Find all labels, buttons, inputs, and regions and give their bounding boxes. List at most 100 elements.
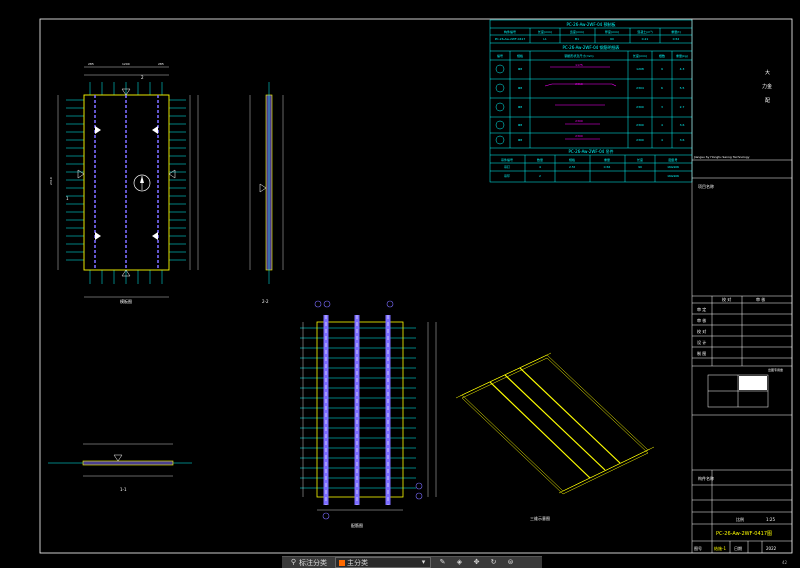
page-number: 42 [782,560,788,565]
title-block-rows: 审 定审 核校 对设 计制 图 [697,306,706,356]
iso-view-label: 三维示意图 [530,515,550,521]
table2-headers: 编号 规格 钢筋形状及尺寸(mm) 长度(mm) 根数 重量(kg) [497,53,688,58]
table2-header-cell: 根数 [659,53,665,58]
plan-dim-top-mid: 1200 [122,62,130,66]
table2-cell: 1175 [575,63,583,67]
table3-cell: 16G906 [667,174,679,178]
table2-cell: Φ8 [518,123,522,127]
chevron-down-icon: ▾ [421,558,426,566]
table3-cell: 2.5t [569,165,576,169]
table1-cell: PC-26-Aw-2WF-0417 [495,37,526,41]
table2-header-cell: 编号 [497,53,503,58]
scale-value: 1:25 [766,517,775,522]
table3-header-cell: 规格 [569,157,575,162]
drawing-name: PC-26-Aw-2WF-0417图 [716,531,772,537]
rotate-icon: ↻ [490,558,497,566]
pencil-button[interactable]: ✎ [437,558,448,568]
table1-cell: L1 [543,37,547,41]
company-note: Jiangsu Sy Hongtu Sanng Technology [693,155,750,159]
table2-cell: 3.6 [680,138,685,142]
table1-header-cell: 宽度(mm) [570,29,584,34]
rebar-shape-glyphs [544,66,617,140]
layer-select[interactable]: 主分类 ▾ [335,557,431,568]
measure-label: 标注分类 [299,558,327,567]
table3-header-cell: 重量 [604,157,610,162]
table2-cell: Φ8 [518,105,522,109]
sheet-value: 结施-1 [714,545,726,551]
table3-cell: 16G906 [667,165,679,169]
date-value: 2022 [766,546,777,551]
table2-cell: 2300 [636,138,644,142]
layer-color-swatch [339,559,345,566]
table2-cell: 6 [661,86,663,90]
table2-cell: 2304 [636,86,644,90]
table1-header-cell: 构件编号 [504,29,516,34]
table3-cell: 4 [539,165,541,169]
title-block [691,19,792,553]
table3-header-cell: 数量 [537,157,543,162]
table2-cell: Φ8 [518,67,522,71]
table1-header-cell: 长度(mm) [538,29,552,34]
table2-cell: 4 [661,138,663,142]
table3-header-cell: 吊件编号 [501,157,513,162]
section-2-2-label: 2-2 [262,299,269,304]
table3-headers: 吊件编号 数量 规格 重量 长度 图集号 [501,157,678,162]
table2-cell: 1208 [636,67,644,71]
project-label: 项目名称 [698,183,714,189]
fill-button[interactable]: ◈ [454,558,465,568]
title-block-row-label: 审 定 [697,306,706,312]
vertical-title-3: 配 [765,98,770,104]
bottom-toolbar: ⚲ 标注分类 主分类 ▾ ✎ ◈ ✥ ↻ ⊜ [282,556,542,568]
section-1-1-label: 1-1 [120,487,127,492]
table3-cell: 0.56 [604,165,611,169]
stamp-label: 出图专用章 [768,367,783,372]
sheet-label: 图号 [694,545,702,551]
table2-cell: 3 [661,105,663,109]
move-button[interactable]: ✥ [471,558,482,568]
vertical-title-2: 力金 [762,83,772,90]
table1-headers: 构件编号 长度(mm) 宽度(mm) 厚度(mm) 混凝土(m³) 重量(t) [504,29,681,34]
table1-cell: 0.21 [642,37,649,41]
move-icon: ✥ [473,558,480,566]
title-block-row-label: 审 核 [697,317,706,323]
isometric-view [455,352,655,495]
table1-header-cell: 重量(t) [671,29,681,34]
pencil-icon: ✎ [439,558,446,566]
table2-title: PC-26-Aw-2WF-04 钢筋明细表 [563,44,620,50]
layers-button[interactable]: ⊜ [505,558,516,568]
table2-cell: 3.6 [680,123,685,127]
table2-cell: Φ8 [518,86,522,90]
title-block-row-label: 校 对 [697,328,706,334]
plan-section-mark-1: 1 [66,196,69,201]
stamp-fill-box [739,376,767,390]
measure-button[interactable]: ⚲ 标注分类 [288,558,329,568]
plan-dim-top-right: 285 [158,62,164,66]
table3-title: PC-26-Aw-2WF-04 吊件 [569,148,614,154]
table2-rows: Φ8 1175 1208 9 4.3 Φ8 2310 2304 6 5.5 Φ8 2300 3 2.7 Φ8… [518,63,685,142]
table2-cell: 2300 [636,123,644,127]
cad-drawing-canvas[interactable]: PC-26-Aw-2WF-04 预制板 构件编号 长度(mm) 宽度(mm) 厚度(m… [0,0,800,568]
table1-cell: 0.52 [673,37,680,41]
drawing-name-label: 构件名称 [698,475,714,481]
table2-cell: 2300 [575,134,583,138]
rotate-button[interactable]: ↻ [488,558,499,568]
table1-header-cell: 厚度(mm) [605,29,619,34]
title-block-row-label: 制 图 [697,350,706,356]
table2-cell: 9 [661,67,663,71]
table3-header-cell: 长度 [637,157,643,162]
plan-dim-left: 2310 [49,177,53,185]
drawing-frame [39,18,793,554]
layer-select-label: 主分类 [347,558,368,567]
layers-icon: ⊜ [507,558,514,566]
table2-cell: 2.7 [680,105,685,109]
date-label: 日期 [734,545,742,551]
table2-cell: 2310 [575,82,583,86]
rebar-view [300,300,437,520]
table2-cell: 2300 [575,119,583,123]
table3-cell: 吊钉 [504,164,510,169]
table3-header-cell: 图集号 [668,157,677,162]
table2-cell: 4.3 [680,67,685,71]
table2-cell: 4 [661,123,663,127]
table2-cell: 2300 [636,105,644,109]
table1-title: PC-26-Aw-2WF-04 预制板 [567,21,616,27]
